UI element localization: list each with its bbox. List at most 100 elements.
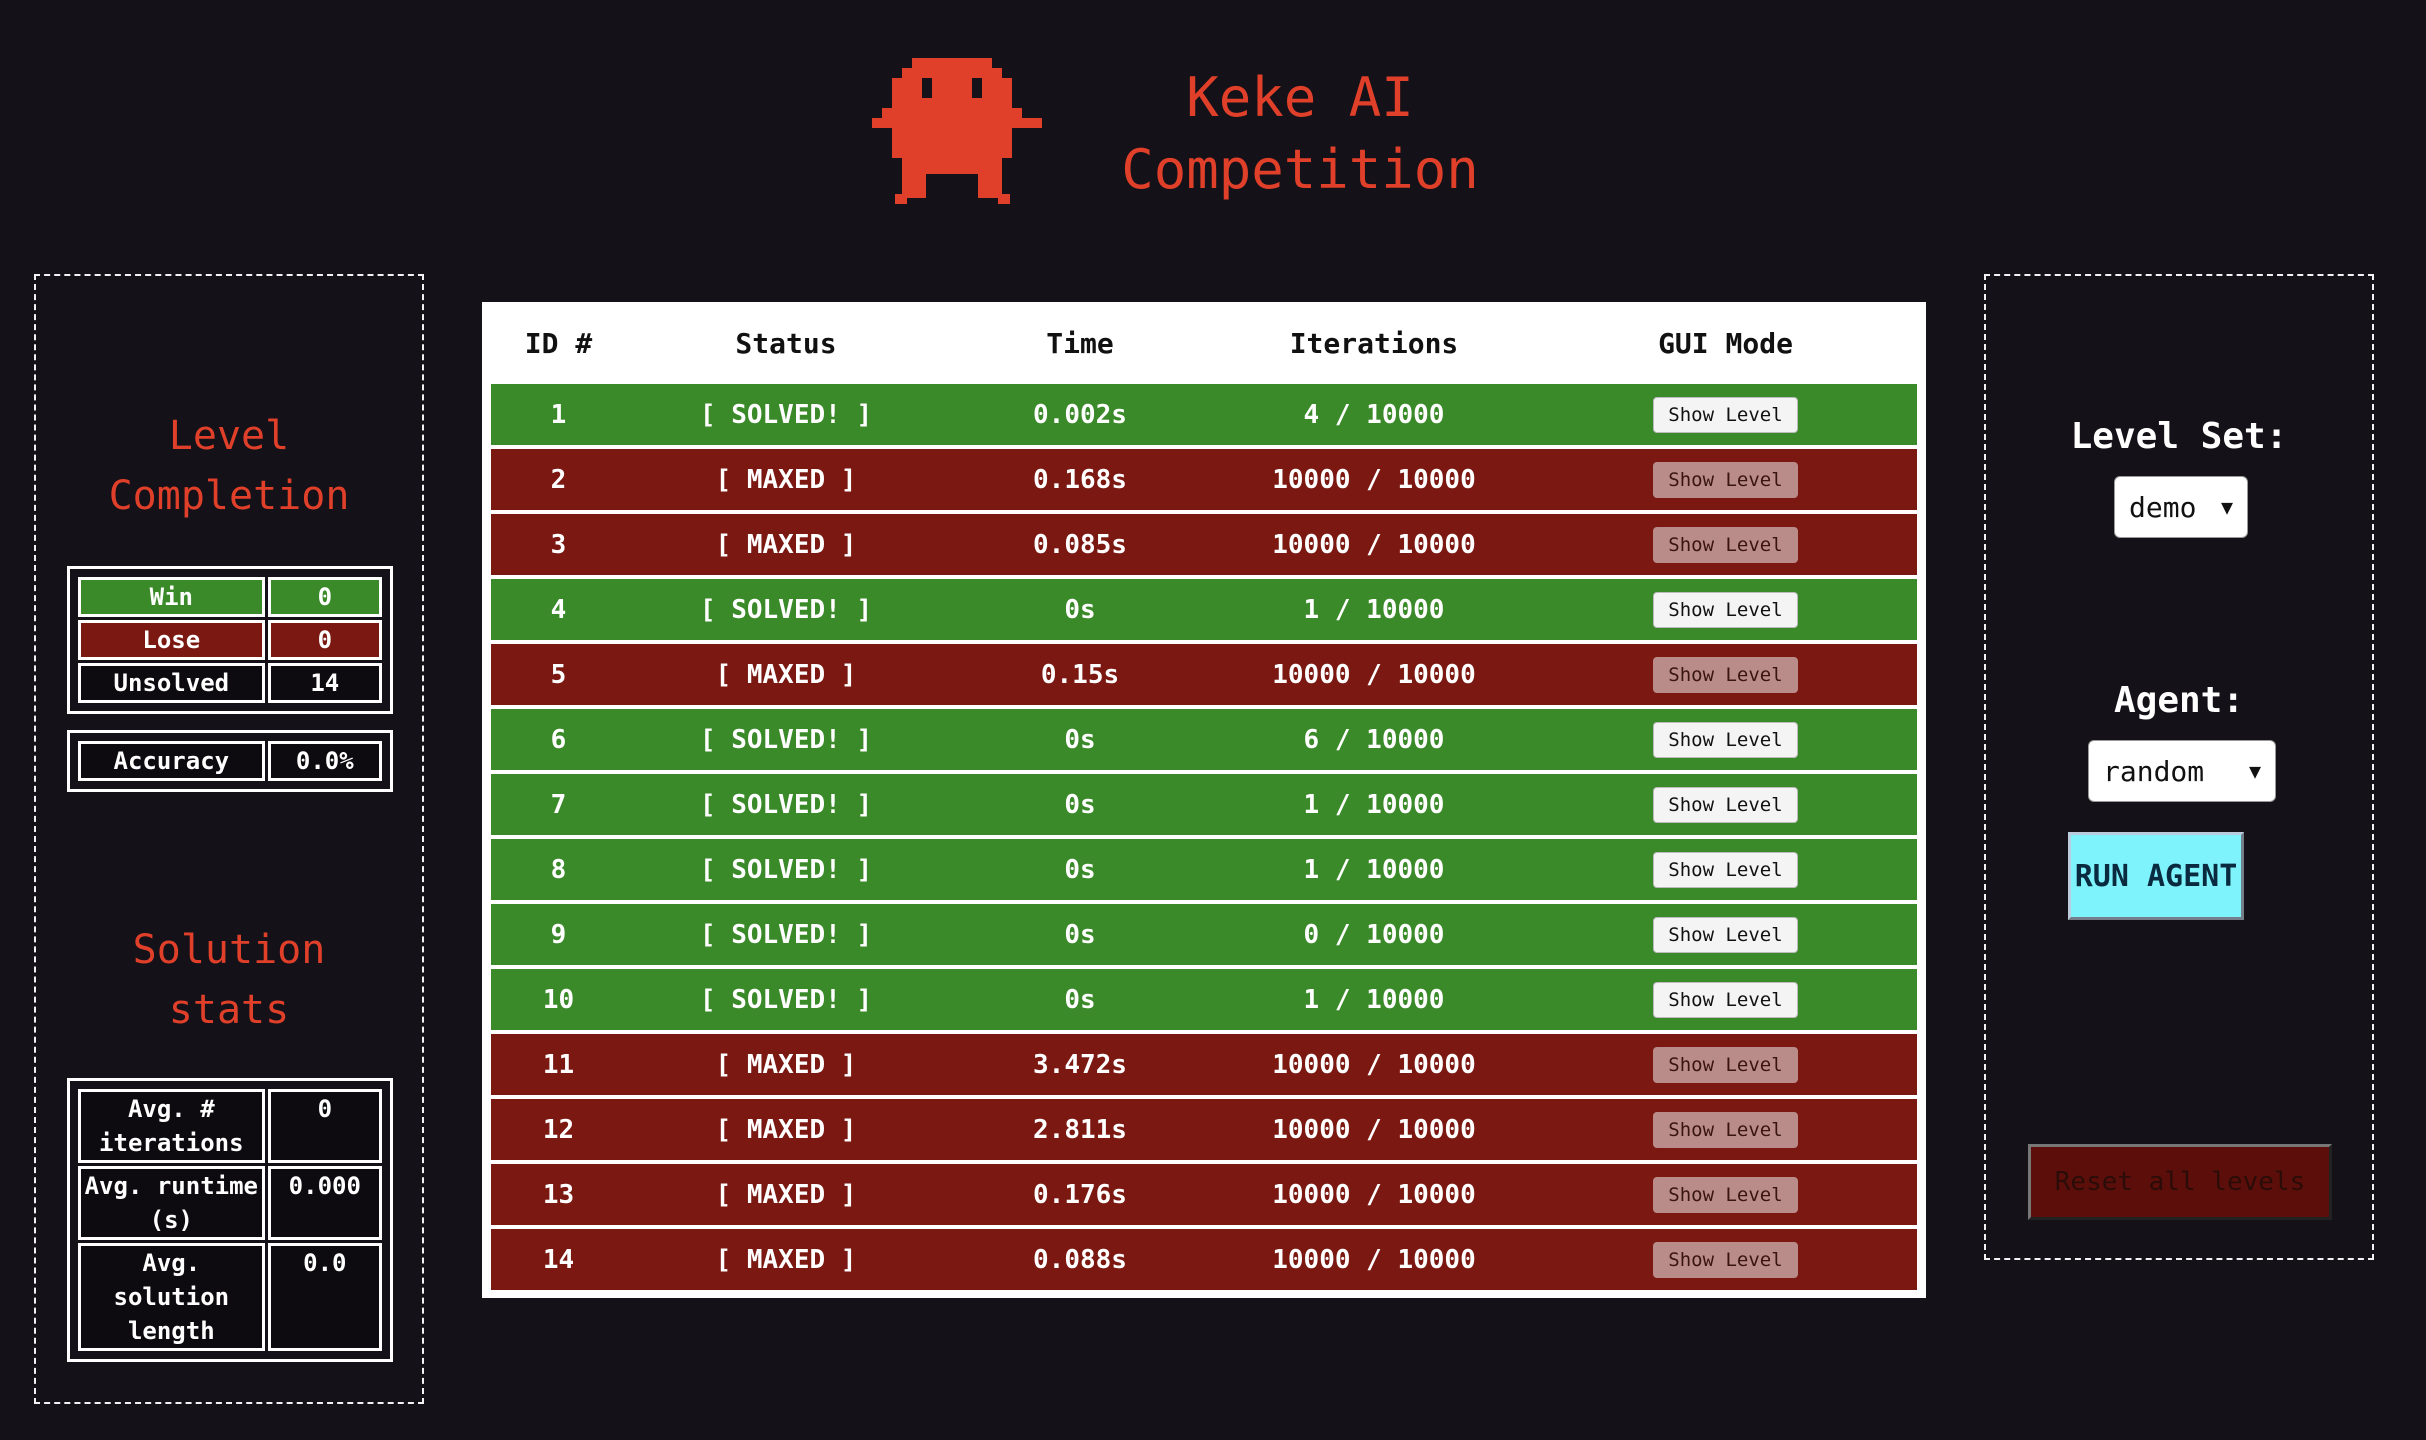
- level-iterations: 6 / 10000: [1303, 724, 1445, 755]
- gui-mode-cell: Show Level: [1534, 721, 1917, 758]
- keke-robot-logo: [872, 58, 1042, 204]
- show-level-button[interactable]: Show Level: [1653, 1176, 1798, 1213]
- level-status: [ SOLVED! ]: [699, 984, 873, 1015]
- agent-label: Agent:: [2113, 680, 2245, 721]
- level-time: 0s: [1064, 789, 1096, 820]
- gui-mode-cell: Show Level: [1534, 1241, 1917, 1278]
- avg-solution-length-label: Avg. solution length: [78, 1243, 265, 1351]
- unsolved-row: Unsolved 14: [78, 663, 382, 703]
- table-row: 13 [ MAXED ] 0.176s 10000 / 10000 Show Level: [491, 1164, 1917, 1225]
- gui-mode-cell: Show Level: [1534, 591, 1917, 628]
- level-id: 4: [550, 594, 567, 625]
- level-status: [ MAXED ]: [715, 464, 857, 495]
- win-row: Win 0: [78, 577, 382, 617]
- win-count: 0: [267, 577, 382, 617]
- stats-panel: Level Completion Win 0 Lose 0 Unsolved 1…: [34, 274, 424, 1404]
- level-completion-title-line1: Level: [168, 413, 290, 459]
- solution-stats-table: Avg. # iterations 0 Avg. runtime (s) 0.0…: [67, 1078, 393, 1362]
- level-time: 0.002s: [1033, 399, 1127, 430]
- show-level-button[interactable]: Show Level: [1653, 656, 1798, 693]
- run-agent-button[interactable]: RUN AGENT: [2068, 832, 2244, 920]
- agent-value: random: [2103, 754, 2205, 788]
- avg-iterations-value: 0: [267, 1089, 382, 1163]
- avg-solution-length-value: 0.0: [267, 1243, 382, 1351]
- table-row: 3 [ MAXED ] 0.085s 10000 / 10000 Show Level: [491, 514, 1917, 575]
- level-time: 0.176s: [1033, 1179, 1127, 1210]
- show-level-button[interactable]: Show Level: [1653, 1046, 1798, 1083]
- show-level-button[interactable]: Show Level: [1653, 1111, 1798, 1148]
- show-level-button[interactable]: Show Level: [1653, 1241, 1798, 1278]
- level-id: 2: [550, 464, 567, 495]
- lose-row: Lose 0: [78, 620, 382, 660]
- level-status: [ SOLVED! ]: [699, 854, 873, 885]
- show-level-button[interactable]: Show Level: [1653, 916, 1798, 953]
- level-iterations: 10000 / 10000: [1272, 1114, 1476, 1145]
- table-header: ID # Status Time Iterations GUI Mode: [491, 302, 1917, 384]
- gui-mode-cell: Show Level: [1534, 981, 1917, 1018]
- avg-runtime-label: Avg. runtime (s): [78, 1166, 265, 1240]
- level-iterations: 1 / 10000: [1303, 789, 1445, 820]
- gui-mode-cell: Show Level: [1534, 1176, 1917, 1213]
- table-row: 7 [ SOLVED! ] 0s 1 / 10000 Show Level: [491, 774, 1917, 835]
- solution-stats-title-line2: stats: [168, 987, 290, 1033]
- level-iterations: 0 / 10000: [1303, 919, 1445, 950]
- gui-mode-cell: Show Level: [1534, 786, 1917, 823]
- level-status: [ SOLVED! ]: [699, 724, 873, 755]
- table-row: 1 [ SOLVED! ] 0.002s 4 / 10000 Show Level: [491, 384, 1917, 445]
- level-id: 6: [550, 724, 567, 755]
- level-completion-title-line2: Completion: [108, 473, 350, 519]
- levels-table: ID # Status Time Iterations GUI Mode 1 [ …: [482, 302, 1926, 1298]
- header-time: Time: [1046, 326, 1114, 360]
- reset-all-levels-button[interactable]: Reset all levels: [2028, 1144, 2332, 1220]
- show-level-button[interactable]: Show Level: [1653, 461, 1798, 498]
- solution-stats-title: Solution stats: [36, 920, 422, 1040]
- level-id: 5: [550, 659, 567, 690]
- level-status: [ SOLVED! ]: [699, 789, 873, 820]
- show-level-button[interactable]: Show Level: [1653, 526, 1798, 563]
- table-row: 11 [ MAXED ] 3.472s 10000 / 10000 Show Level: [491, 1034, 1917, 1095]
- level-id: 7: [550, 789, 567, 820]
- accuracy-value: 0.0%: [267, 741, 382, 781]
- gui-mode-cell: Show Level: [1534, 1046, 1917, 1083]
- gui-mode-cell: Show Level: [1534, 461, 1917, 498]
- level-status: [ SOLVED! ]: [699, 594, 873, 625]
- level-id: 8: [550, 854, 567, 885]
- show-level-button[interactable]: Show Level: [1653, 786, 1798, 823]
- level-time: 0.085s: [1033, 529, 1127, 560]
- chevron-down-icon: ▼: [2220, 495, 2233, 519]
- level-time: 3.472s: [1033, 1049, 1127, 1080]
- table-row: 8 [ SOLVED! ] 0s 1 / 10000 Show Level: [491, 839, 1917, 900]
- show-level-button[interactable]: Show Level: [1653, 851, 1798, 888]
- level-status: [ SOLVED! ]: [699, 399, 873, 430]
- lose-count: 0: [267, 620, 382, 660]
- controls-panel: Level Set: demo ▼ Agent: random ▼ RUN AG…: [1984, 274, 2374, 1260]
- accuracy-row: Accuracy 0.0%: [78, 741, 382, 781]
- avg-runtime-row: Avg. runtime (s) 0.000: [78, 1166, 382, 1240]
- show-level-button[interactable]: Show Level: [1653, 591, 1798, 628]
- gui-mode-cell: Show Level: [1534, 656, 1917, 693]
- level-id: 10: [542, 984, 575, 1015]
- level-status: [ MAXED ]: [715, 659, 857, 690]
- level-time: 0.088s: [1033, 1244, 1127, 1275]
- level-time: 0.15s: [1040, 659, 1120, 690]
- level-iterations: 10000 / 10000: [1272, 1244, 1476, 1275]
- show-level-button[interactable]: Show Level: [1653, 396, 1798, 433]
- level-set-select[interactable]: demo ▼: [2114, 476, 2248, 538]
- table-row: 2 [ MAXED ] 0.168s 10000 / 10000 Show Level: [491, 449, 1917, 510]
- level-status: [ MAXED ]: [715, 1049, 857, 1080]
- level-iterations: 10000 / 10000: [1272, 1049, 1476, 1080]
- header-status: Status: [735, 326, 837, 360]
- page-title: Keke AI Competition: [1060, 62, 1540, 206]
- level-completion-title: Level Completion: [36, 406, 422, 526]
- show-level-button[interactable]: Show Level: [1653, 721, 1798, 758]
- level-time: 2.811s: [1033, 1114, 1127, 1145]
- agent-select[interactable]: random ▼: [2088, 740, 2276, 802]
- level-id: 14: [542, 1244, 575, 1275]
- page-title-line1: Keke AI: [1186, 66, 1414, 129]
- show-level-button[interactable]: Show Level: [1653, 981, 1798, 1018]
- lose-label: Lose: [78, 620, 265, 660]
- level-status: [ MAXED ]: [715, 529, 857, 560]
- table-body: 1 [ SOLVED! ] 0.002s 4 / 10000 Show Level 2 [ …: [491, 384, 1917, 1290]
- level-id: 11: [542, 1049, 575, 1080]
- gui-mode-cell: Show Level: [1534, 1111, 1917, 1148]
